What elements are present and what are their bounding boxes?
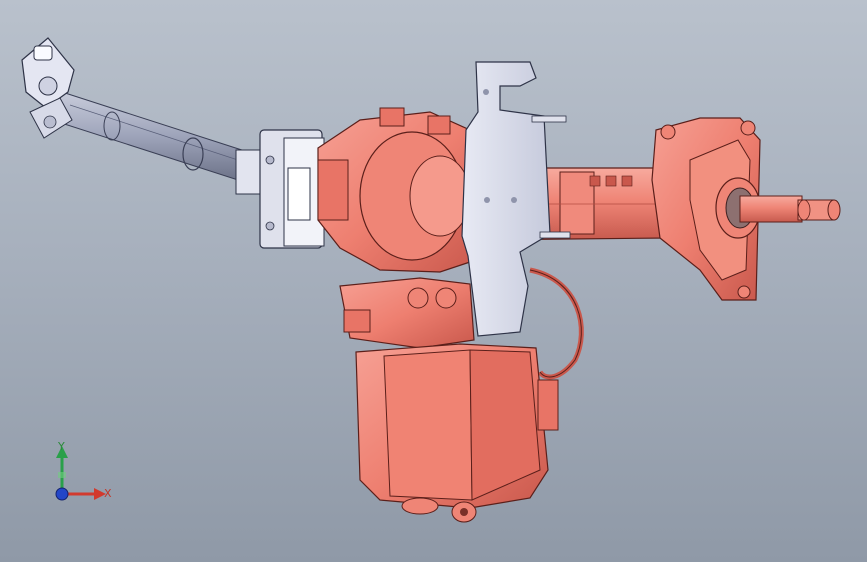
3d-viewport[interactable]: Y X [0, 0, 867, 562]
left-flange[interactable] [235, 129, 325, 249]
x-axis-label: X [104, 487, 112, 500]
y-axis-label: Y [58, 440, 65, 453]
universal-joint[interactable] [21, 37, 75, 139]
z-axis-dot [55, 487, 69, 501]
motor-ecu-box[interactable] [355, 343, 559, 523]
triad-highlight [58, 472, 66, 478]
intermediate-shaft[interactable] [51, 91, 249, 181]
coordinate-triad: Y X [40, 436, 130, 516]
motor-mount[interactable] [339, 277, 475, 349]
triad-axes [55, 446, 106, 501]
gear-housing[interactable] [317, 107, 481, 273]
output-shaft[interactable] [715, 177, 841, 239]
steering-column-model[interactable] [0, 0, 867, 562]
